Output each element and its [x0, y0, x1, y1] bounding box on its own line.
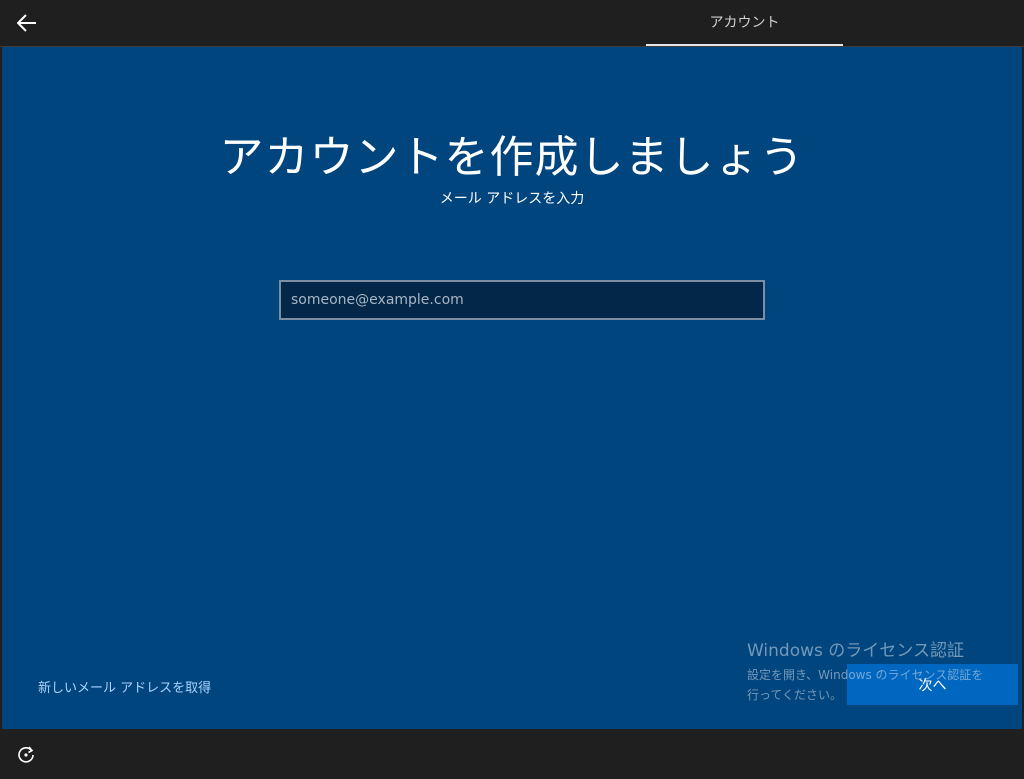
- next-button[interactable]: 次へ: [847, 664, 1018, 705]
- page-subtitle: メール アドレスを入力: [439, 191, 585, 207]
- bottom-bar: [0, 729, 1024, 779]
- ease-of-access-button[interactable]: [14, 743, 38, 767]
- page-title: アカウントを作成しましょう: [219, 132, 805, 183]
- oobe-window: アカウント アカウントを作成しましょう メール アドレスを入力 新しいメール ア…: [0, 0, 1024, 779]
- ease-of-access-icon: [18, 746, 34, 763]
- email-field[interactable]: [279, 280, 765, 320]
- new-email-link[interactable]: 新しいメール アドレスを取得: [38, 677, 211, 696]
- back-button[interactable]: [12, 8, 42, 38]
- main-panel: アカウントを作成しましょう メール アドレスを入力 新しいメール アドレスを取得…: [2, 47, 1022, 729]
- top-bar: アカウント: [0, 0, 1024, 46]
- watermark-title: Windows のライセンス認証: [747, 641, 964, 661]
- tab-account[interactable]: アカウント: [646, 0, 843, 46]
- arrow-left-icon: [17, 14, 36, 32]
